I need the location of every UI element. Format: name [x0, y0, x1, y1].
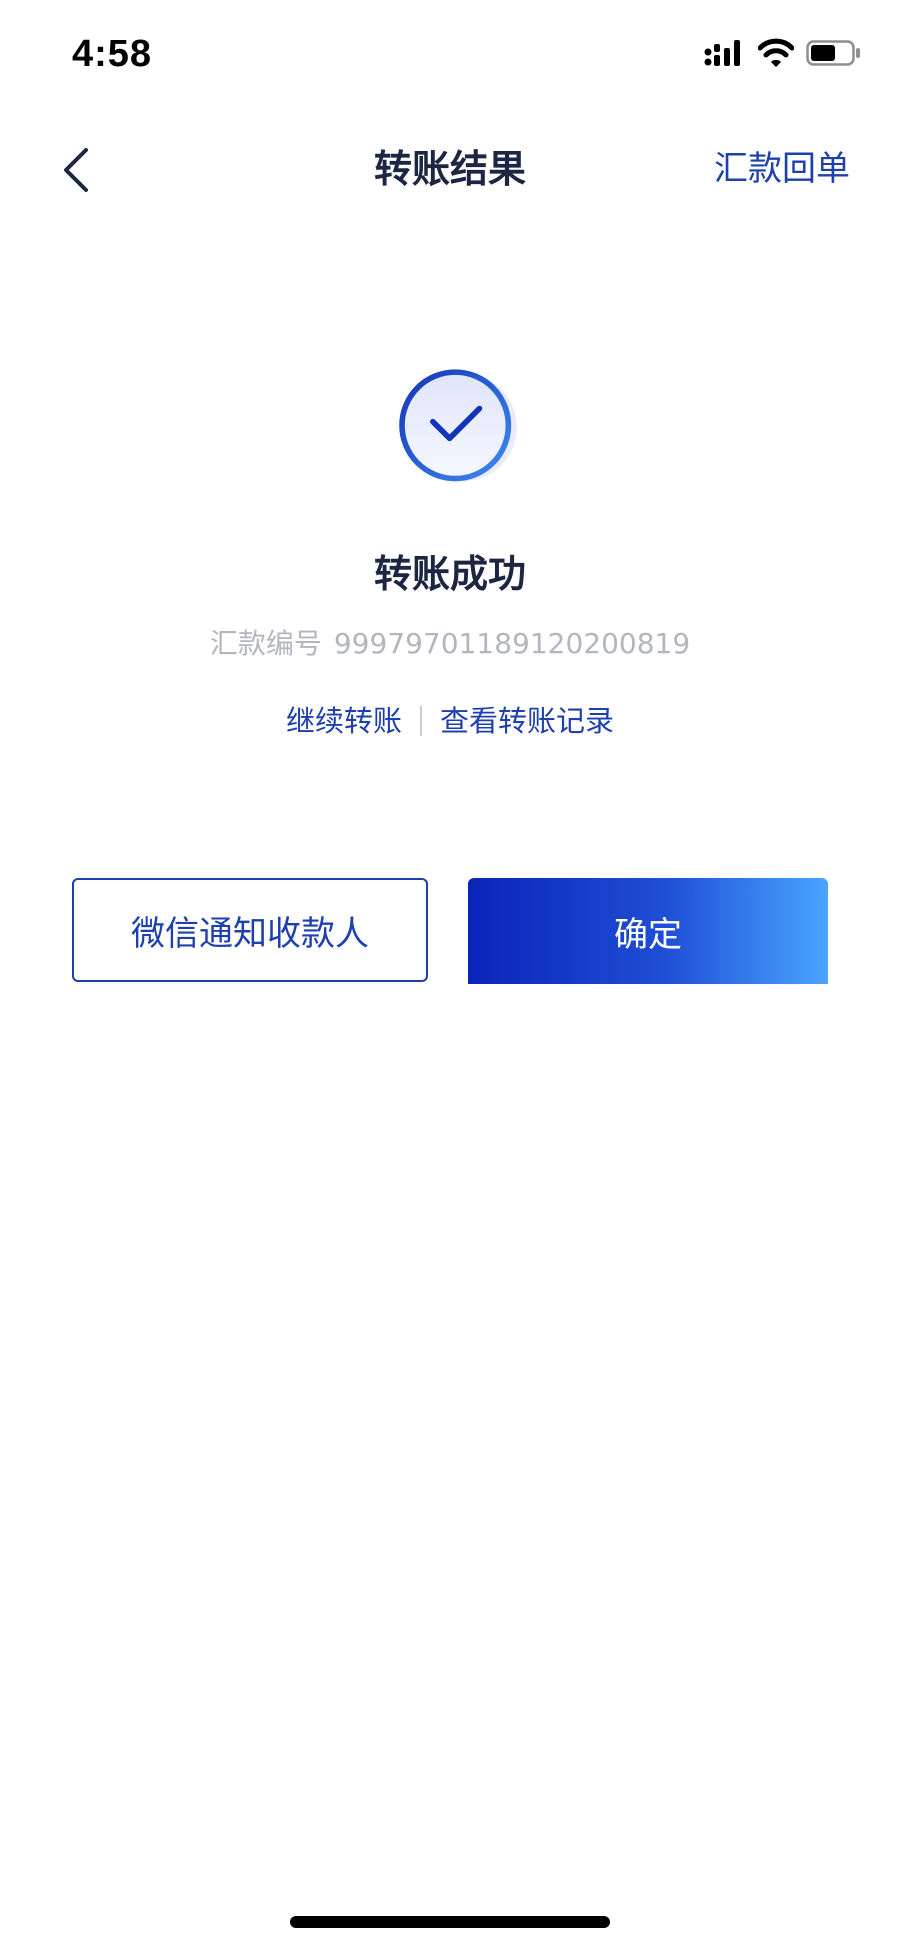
- check-circle-icon: [399, 369, 517, 482]
- wechat-notify-button[interactable]: 微信通知收款人: [72, 878, 428, 982]
- remittance-number-label: 汇款编号: [209, 627, 322, 660]
- wifi-icon: [758, 38, 794, 67]
- continue-transfer-link[interactable]: 继续转账: [286, 700, 402, 742]
- remittance-receipt-link[interactable]: 汇款回单: [714, 146, 850, 192]
- status-icons: [704, 38, 864, 72]
- home-indicator[interactable]: [290, 1916, 610, 1928]
- view-transfer-records-link[interactable]: 查看转账记录: [440, 700, 614, 742]
- signal-icon: [704, 40, 740, 66]
- status-time: 4:58: [72, 33, 153, 75]
- result-links: 继续转账 查看转账记录: [0, 698, 900, 742]
- confirm-button[interactable]: 确定: [468, 878, 828, 984]
- result-title: 转账成功: [373, 552, 526, 596]
- link-divider: [420, 706, 422, 736]
- battery-icon: [806, 40, 860, 66]
- remittance-number: 汇款编号 99979701189120200819: [0, 624, 900, 664]
- remittance-number-value: 99979701189120200819: [333, 627, 691, 660]
